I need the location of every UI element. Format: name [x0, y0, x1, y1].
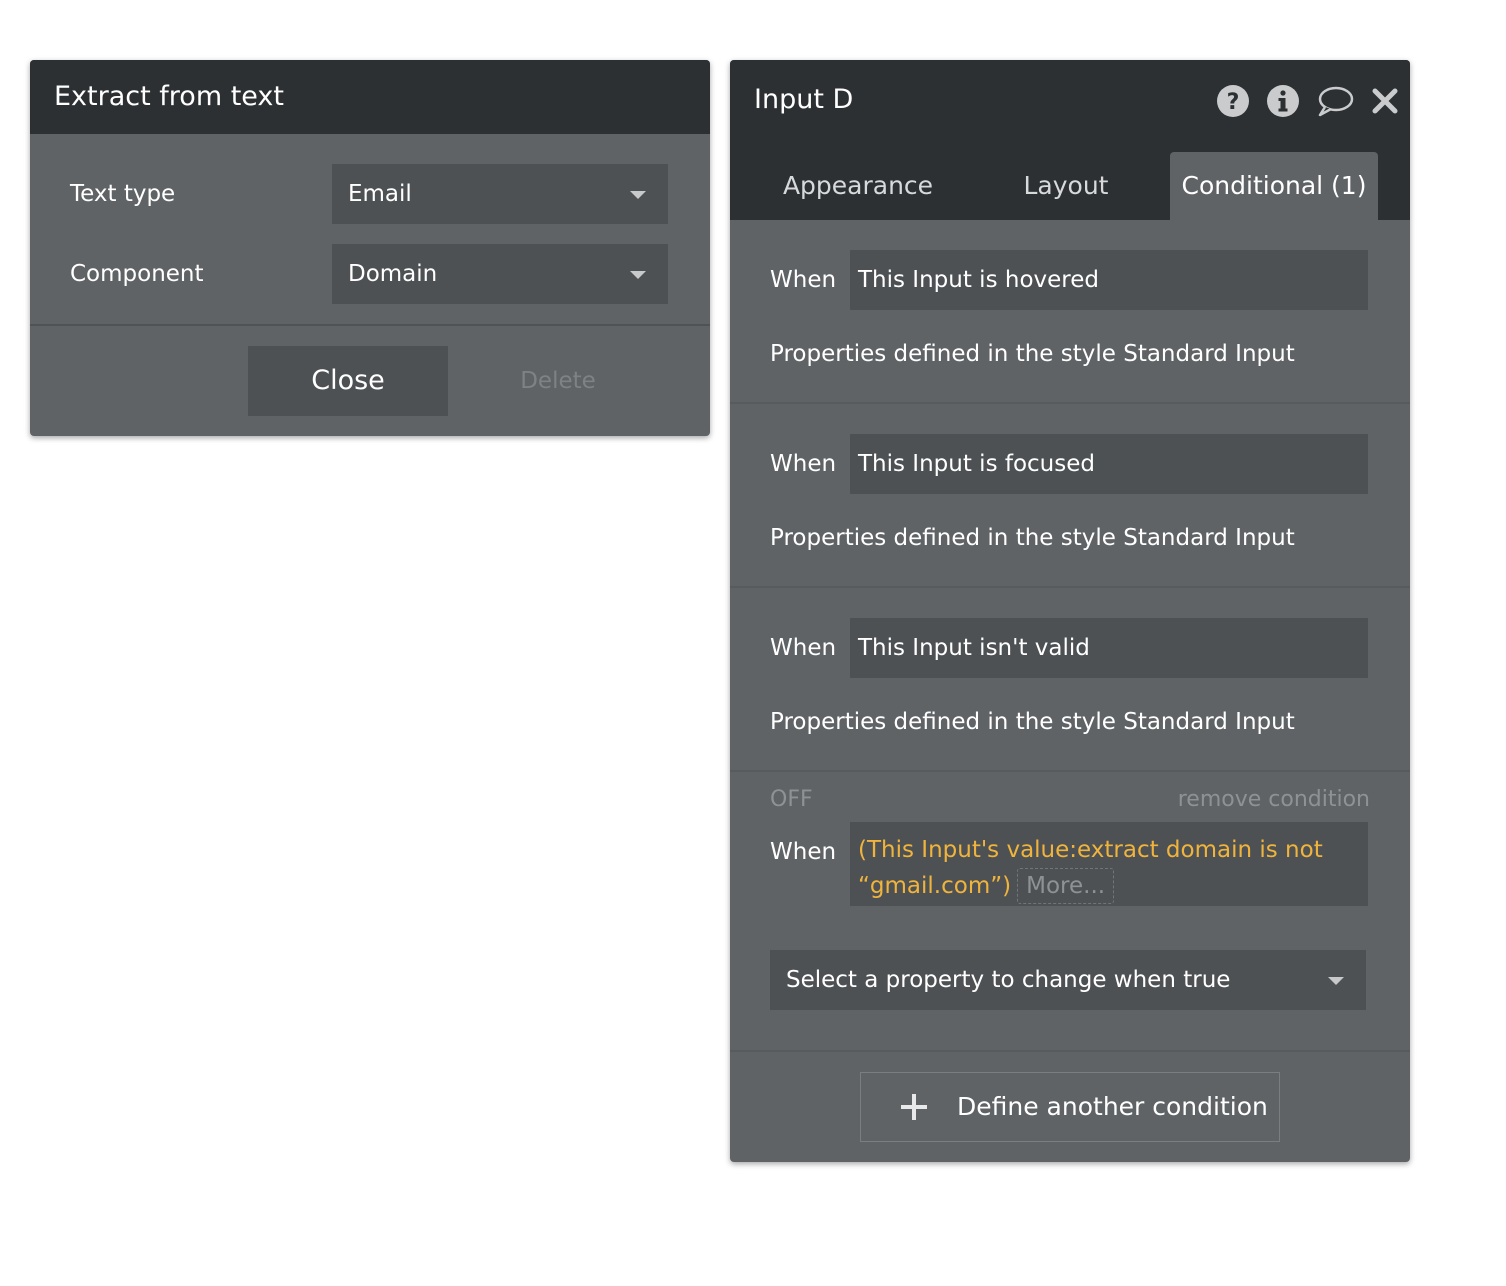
more-button[interactable]: More... — [1017, 868, 1115, 904]
plus-icon — [901, 1094, 927, 1120]
condition-properties-text: Properties defined in the style Standard… — [770, 341, 1295, 367]
condition-expression-field[interactable]: (This Input's value:extract domain is no… — [850, 822, 1368, 906]
comment-icon[interactable] — [1316, 84, 1354, 118]
close-icon[interactable] — [1370, 84, 1400, 118]
component-label: Component — [70, 261, 204, 287]
remove-condition-link[interactable]: remove condition — [1178, 780, 1370, 820]
inspector-header: Input D ? — [730, 60, 1410, 140]
condition-properties-text: Properties defined in the style Standard… — [770, 709, 1295, 735]
tab-conditional[interactable]: Conditional (1) — [1170, 152, 1378, 220]
condition-expression-field[interactable]: This Input isn't valid — [850, 618, 1368, 678]
condition-expression-field[interactable]: This Input is hovered — [850, 250, 1368, 310]
text-type-row: Text type Email — [30, 164, 710, 224]
text-type-value: Email — [348, 181, 412, 207]
close-button[interactable]: Close — [248, 346, 448, 416]
tab-layout[interactable]: Layout — [1012, 152, 1120, 220]
inspector-tabs: Appearance Layout Conditional (1) — [730, 140, 1410, 220]
component-dropdown[interactable]: Domain — [332, 244, 668, 304]
help-icon[interactable]: ? — [1216, 84, 1250, 118]
chevron-down-icon — [630, 191, 646, 199]
component-row: Component Domain — [30, 244, 710, 304]
condition-properties-text: Properties defined in the style Standard… — [770, 525, 1295, 551]
property-select-placeholder: Select a property to change when true — [786, 967, 1231, 993]
condition-block: When This Input is hovered Properties de… — [730, 220, 1410, 404]
svg-text:?: ? — [1227, 90, 1240, 115]
when-label: When — [770, 267, 837, 293]
when-label: When — [770, 635, 837, 661]
custom-condition-block: OFF remove condition When (This Input's … — [730, 772, 1410, 1050]
condition-block: When This Input isn't valid Properties d… — [730, 588, 1410, 772]
divider — [30, 324, 710, 326]
component-value: Domain — [348, 261, 438, 287]
when-label: When — [770, 839, 837, 865]
when-label: When — [770, 451, 837, 477]
property-select-dropdown[interactable]: Select a property to change when true — [770, 950, 1366, 1010]
info-icon[interactable] — [1266, 84, 1300, 118]
tab-appearance[interactable]: Appearance — [770, 152, 946, 220]
divider — [730, 1050, 1410, 1052]
panel-title: Extract from text — [30, 60, 710, 134]
extract-from-text-panel: Extract from text Text type Email Compon… — [30, 60, 710, 436]
condition-expression-field[interactable]: This Input is focused — [850, 434, 1368, 494]
condition-status-label: OFF — [770, 787, 813, 812]
define-another-condition-button[interactable]: Define another condition — [860, 1072, 1280, 1142]
element-inspector-panel: Input D ? Appearance Layout Conditional … — [730, 60, 1410, 1162]
element-title: Input D — [754, 84, 854, 115]
delete-button[interactable]: Delete — [478, 346, 638, 416]
text-type-dropdown[interactable]: Email — [332, 164, 668, 224]
condition-block: When This Input is focused Properties de… — [730, 404, 1410, 588]
text-type-label: Text type — [70, 181, 176, 207]
define-another-condition-label: Define another condition — [957, 1092, 1268, 1121]
chevron-down-icon — [630, 271, 646, 279]
chevron-down-icon — [1328, 977, 1344, 985]
